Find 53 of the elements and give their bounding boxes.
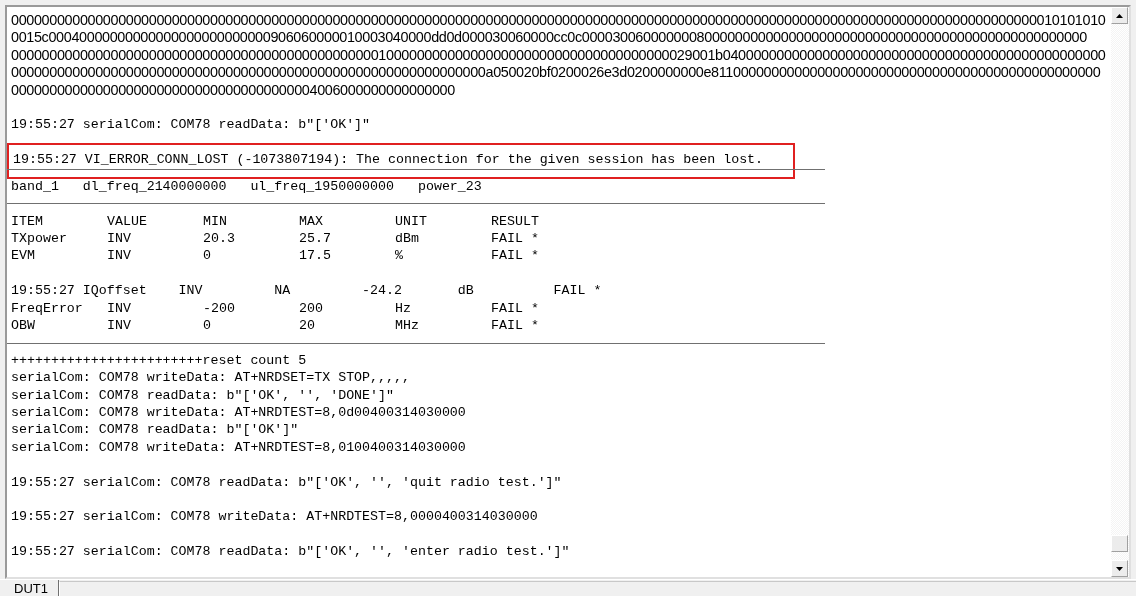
table-cell-text: 0 <box>203 317 212 335</box>
table-cell-text: 25.7 <box>299 230 332 248</box>
table-cell-text: INV <box>107 317 132 335</box>
scroll-up-button[interactable] <box>1111 7 1128 24</box>
table-cell-text: % <box>395 247 404 265</box>
table-cell-text: 20 <box>299 317 316 335</box>
table-cell-text: INV <box>107 247 132 265</box>
scrollbar-thumb[interactable] <box>1111 535 1128 552</box>
down-arrow-icon <box>1116 566 1123 571</box>
log-line: serialCom: COM78 readData: b"['OK']" <box>11 421 300 439</box>
table-cell-text: VALUE <box>107 212 148 231</box>
table-cell-text: dBm <box>395 230 420 248</box>
table-cell-text: ITEM <box>11 212 44 231</box>
log-line: 00000000000000000000000000000000000000000000000000000000000000000000000000000000000000000000000000000000000000000000000000000000000000010101010 <box>11 12 1107 30</box>
table-cell-text: RESULT <box>491 212 540 231</box>
log-line: serialCom: COM78 readData: b"['OK', '', 'DONE']" <box>11 386 395 404</box>
table-cell-text: 200 <box>299 299 324 318</box>
up-arrow-icon <box>1116 13 1123 18</box>
log-line: serialCom: COM78 writeData: AT+NRDSET=TX STOP,,,,, <box>11 369 411 387</box>
table-cell-text: MAX <box>299 212 324 231</box>
table-cell-text: Hz <box>395 299 412 318</box>
log-line: 00000000000000000000000000000000000000000000000000000000000000a050020bf0200026e3d0200000000e811000000000000000000000000000000000000000000000000 <box>11 64 1102 82</box>
log-line: 19:55:27 serialCom: COM78 readData: b"['OK']" <box>11 116 372 134</box>
table-cell-text: FAIL * <box>491 299 540 318</box>
table-cell-text: FreqError <box>11 299 84 318</box>
table-cell-text: FAIL * <box>491 230 540 248</box>
table-cell-text: 20.3 <box>203 230 236 248</box>
table-cell-text: -200 <box>203 299 236 318</box>
table-cell-text: MHz <box>395 317 420 335</box>
table-cell-text: OBW <box>11 317 36 335</box>
log-line: 19:55:27 IQoffset INV NA -24.2 dB FAIL * <box>11 282 603 300</box>
table-cell-text: MIN <box>203 212 228 231</box>
log-line: 19:55:27 serialCom: COM78 readData: b"['OK', '', 'quit radio test.']" <box>11 473 563 491</box>
log-line: serialCom: COM78 writeData: AT+NRDTEST=8,0100400314030000 <box>11 438 467 457</box>
error-message: 19:55:27 VI_ERROR_CONN_LOST (-1073807194): The connection for the given session has been lost. <box>7 143 796 180</box>
scroll-down-button[interactable] <box>1111 560 1128 577</box>
log-line: 19:55:27 serialCom: COM78 writeData: AT+NRDTEST=8,0000400314030000 <box>11 508 539 526</box>
table-cell-text: FAIL * <box>491 317 540 335</box>
log-line: 0000000000000000000000000000000000000004006000000000000000 <box>11 81 456 99</box>
table-cell-text: UNIT <box>395 212 428 231</box>
table-cell-text: 0 <box>203 247 212 265</box>
table-cell-text: 17.5 <box>299 247 332 265</box>
log-line: 19:55:27 serialCom: COM78 readData: b"['OK', '', 'enter radio test.']" <box>11 543 571 561</box>
log-line: ++++++++++++++++++++++++reset count 5 <box>11 351 308 370</box>
log-line: band_1 dl_freq_2140000000 ul_freq_1950000000 power_23 <box>11 177 483 196</box>
table-cell-text: INV <box>107 299 132 318</box>
log-line: 00000000000000000000000000000000000000000000000010000000000000000000000000000000000000029001b04000000000000000000000000000000000000000000000000 <box>11 46 1107 65</box>
table-cell-text: FAIL * <box>491 247 540 265</box>
table-cell-text: TXpower <box>11 230 68 248</box>
log-line: serialCom: COM78 writeData: AT+NRDTEST=8,0d00400314030000 <box>11 404 467 422</box>
table-cell-text: EVM <box>11 247 36 265</box>
table-cell-text: INV <box>107 230 132 248</box>
log-line: 0015c00040000000000000000000000000906060000010003040000dd0d000030060000cc0c000030060000000800000000000000000000000000000000000000000000000000 <box>11 29 1088 47</box>
